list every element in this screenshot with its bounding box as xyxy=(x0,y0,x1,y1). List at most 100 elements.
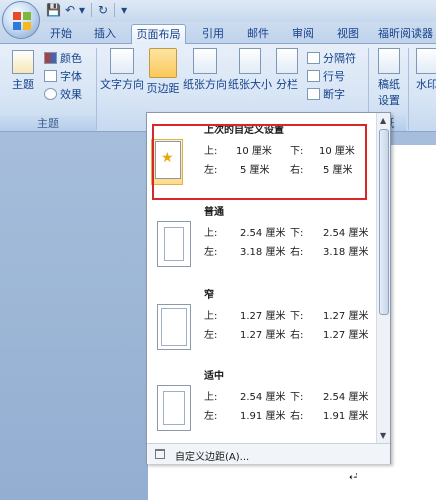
top-label: 上: xyxy=(204,311,218,322)
top-label: 上: xyxy=(204,228,218,239)
title-bar: 💾 ↶ ▾ ↻ ▾ xyxy=(0,0,436,39)
page-thumbnail-icon xyxy=(157,304,191,350)
margin-option-narrow[interactable]: 窄 上: 1.27 厘米 下: 1.27 厘米 左: 1.27 厘米 右: 1.… xyxy=(147,284,377,364)
margin-option-name: 窄 xyxy=(204,290,214,301)
bottom-value: 2.54 厘米 xyxy=(323,228,369,239)
tab-insert[interactable]: 插入 xyxy=(92,24,118,44)
right-value: 1.91 厘米 xyxy=(323,411,369,422)
text-direction-icon xyxy=(110,48,134,74)
tab-home[interactable]: 开始 xyxy=(48,24,74,44)
margins-icon xyxy=(149,48,177,78)
watermark-button[interactable]: 水印 xyxy=(412,48,436,92)
columns-button[interactable]: 分栏 xyxy=(273,48,301,92)
watermark-text: Baidu 经验 xyxy=(350,473,428,489)
tab-review[interactable]: 审阅 xyxy=(290,24,316,44)
scrollbar-thumb[interactable] xyxy=(379,129,389,315)
right-value: 1.27 厘米 xyxy=(323,330,369,341)
effects-label: 效果 xyxy=(60,88,82,101)
thumbnail-margin-box xyxy=(161,308,187,346)
custom-margins-label: 自定义边距(A)... xyxy=(175,452,250,463)
scroll-down-icon[interactable]: ▼ xyxy=(380,431,386,440)
custom-margins-icon xyxy=(155,449,165,459)
dropdown-scrollbar[interactable]: ▲ ▼ xyxy=(376,113,390,443)
draft-settings-button[interactable]: 稿纸 设置 xyxy=(372,48,406,108)
bottom-label: 下: xyxy=(290,311,304,322)
undo-dropdown-icon[interactable]: ▾ xyxy=(79,3,85,17)
breaks-icon xyxy=(307,52,320,64)
colors-button[interactable]: 颜色 xyxy=(44,50,82,66)
fonts-button[interactable]: 字体 xyxy=(44,68,82,84)
left-value: 3.18 厘米 xyxy=(240,247,286,258)
group-divider xyxy=(96,48,97,130)
line-numbers-button[interactable]: 行号 xyxy=(307,68,345,84)
left-value: 1.91 厘米 xyxy=(240,411,286,422)
qat-divider xyxy=(91,3,93,17)
bottom-value: 1.27 厘米 xyxy=(323,311,369,322)
effects-button[interactable]: 效果 xyxy=(44,86,82,102)
orientation-icon xyxy=(193,48,217,74)
hyphenation-button[interactable]: 断字 xyxy=(307,86,345,102)
bottom-value: 2.54 厘米 xyxy=(323,392,369,403)
scroll-up-icon[interactable]: ▲ xyxy=(380,116,386,125)
hyphenation-icon xyxy=(307,88,320,100)
tab-foxit-reader[interactable]: 福昕阅读器 xyxy=(378,24,433,44)
orientation-button[interactable]: 纸张方向 xyxy=(183,48,227,92)
columns-icon xyxy=(276,48,298,74)
tab-mailings[interactable]: 邮件 xyxy=(245,24,271,44)
office-logo-icon xyxy=(13,12,31,30)
thumbnail-margin-box xyxy=(164,227,184,261)
draft-paper-icon xyxy=(378,48,400,74)
breaks-button[interactable]: 分隔符 xyxy=(307,50,356,66)
margins-label: 页边距 xyxy=(146,82,180,95)
tab-view[interactable]: 视图 xyxy=(335,24,361,44)
right-value: 3.18 厘米 xyxy=(323,247,369,258)
bottom-label: 下: xyxy=(290,392,304,403)
line-numbers-label: 行号 xyxy=(323,70,345,83)
size-icon xyxy=(239,48,261,74)
colors-icon xyxy=(44,52,57,64)
top-value: 1.27 厘米 xyxy=(240,311,286,322)
effects-icon xyxy=(44,88,57,100)
thumbnail-margin-box xyxy=(163,391,185,425)
text-direction-label: 文字方向 xyxy=(100,78,144,91)
hyphenation-label: 断字 xyxy=(323,88,345,101)
bottom-label: 下: xyxy=(290,228,304,239)
right-label: 右: xyxy=(290,330,304,341)
size-button[interactable]: 纸张大小 xyxy=(228,48,272,92)
right-label: 右: xyxy=(290,411,304,422)
customize-qat-icon[interactable]: ▾ xyxy=(121,3,127,17)
margin-option-moderate[interactable]: 适中 上: 2.54 厘米 下: 2.54 厘米 左: 1.91 厘米 右: 1… xyxy=(147,365,377,445)
custom-margins-row[interactable]: 自定义边距(A)... xyxy=(147,443,390,464)
left-label: 左: xyxy=(204,411,218,422)
qat-divider xyxy=(114,3,116,17)
annotation-red-box xyxy=(152,124,367,200)
fonts-icon xyxy=(44,70,57,82)
colors-label: 颜色 xyxy=(60,52,82,65)
margins-button[interactable]: 页边距 xyxy=(145,48,181,96)
themes-icon xyxy=(12,50,34,74)
themes-group-label: 主题 xyxy=(0,116,96,131)
top-label: 上: xyxy=(204,392,218,403)
undo-icon[interactable]: ↶ xyxy=(65,3,75,17)
group-divider xyxy=(408,48,409,130)
size-label: 纸张大小 xyxy=(228,78,272,91)
text-direction-button[interactable]: 文字方向 xyxy=(100,48,144,92)
watermark-label: 水印 xyxy=(416,78,436,91)
quick-access-toolbar: 💾 ↶ ▾ ↻ ▾ xyxy=(46,3,127,17)
right-label: 右: xyxy=(290,247,304,258)
tab-references[interactable]: 引用 xyxy=(200,24,226,44)
office-button[interactable] xyxy=(2,1,40,39)
line-numbers-icon xyxy=(307,70,320,82)
top-value: 2.54 厘米 xyxy=(240,228,286,239)
margin-option-name: 普通 xyxy=(204,207,224,218)
left-value: 1.27 厘米 xyxy=(240,330,286,341)
draft-label-2: 设置 xyxy=(378,94,400,107)
redo-icon[interactable]: ↻ xyxy=(98,3,108,17)
save-icon[interactable]: 💾 xyxy=(46,3,61,17)
ribbon-tabs: 开始 插入 页面布局 引用 邮件 审阅 视图 福昕阅读器 xyxy=(0,22,436,45)
margin-option-name: 适中 xyxy=(204,371,224,382)
margin-option-normal[interactable]: 普通 上: 2.54 厘米 下: 2.54 厘米 左: 3.18 厘米 右: 3… xyxy=(147,201,377,281)
tab-page-layout[interactable]: 页面布局 xyxy=(131,24,186,45)
left-label: 左: xyxy=(204,330,218,341)
themes-button[interactable]: 主题 xyxy=(8,50,38,92)
